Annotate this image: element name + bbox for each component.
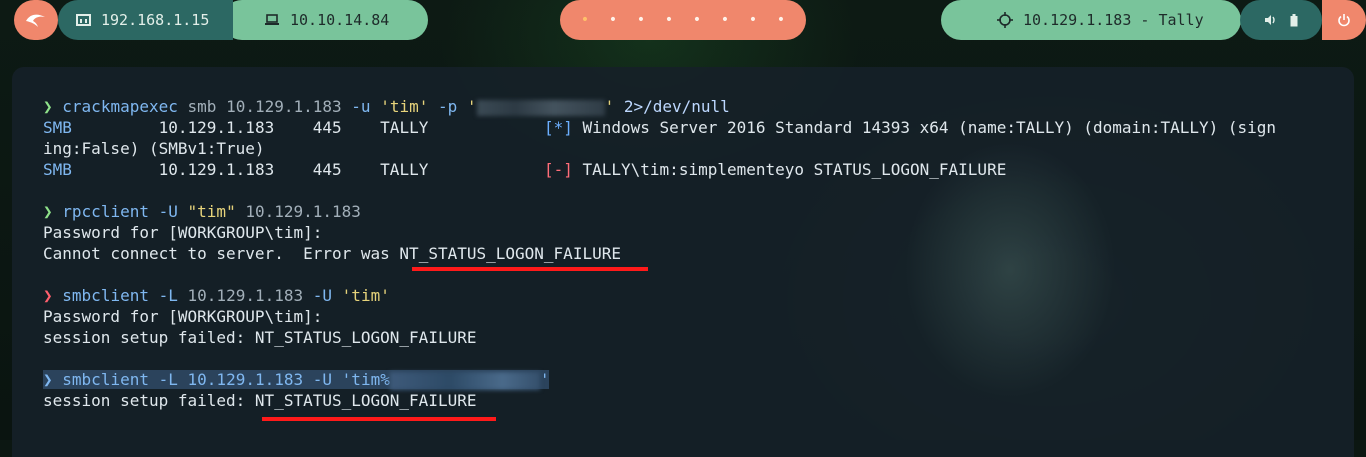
output-line: Cannot connect to server. Error was NT_S… xyxy=(43,244,621,263)
command-line-3: ❯ smbclient -L 10.129.1.183 -U 'tim' xyxy=(43,286,390,305)
red-underline-1 xyxy=(412,267,648,271)
local-ip-indicator: 192.168.1.15 xyxy=(58,0,233,40)
workspace-switcher[interactable]: • • • • • • • • xyxy=(560,0,806,40)
volume-icon[interactable] xyxy=(1264,14,1276,26)
vpn-ip-indicator: 10.10.14.84 xyxy=(222,0,428,40)
workspace-5[interactable]: • xyxy=(683,12,711,28)
command-line-1: ❯ crackmapexec smb 10.129.1.183 -u 'tim'… xyxy=(43,97,730,116)
selected-command: ❯ smbclient -L 10.129.1.183 -U 'tim% ' xyxy=(43,370,550,390)
ethernet-icon xyxy=(76,13,91,27)
local-ip-text: 192.168.1.15 xyxy=(101,11,210,29)
system-tray xyxy=(1240,0,1322,40)
workspace-4[interactable]: • xyxy=(655,12,683,28)
output-line: session setup failed: NT_STATUS_LOGON_FA… xyxy=(43,328,477,347)
redacted-password xyxy=(389,371,540,390)
output-line: SMB 10.129.1.183 445 TALLY [*] Windows S… xyxy=(43,118,1277,137)
kali-menu-button[interactable] xyxy=(14,0,58,40)
workspace-8[interactable]: • xyxy=(767,12,795,28)
output-line: Password for [WORKGROUP\tim]: xyxy=(43,223,323,242)
command-line-4: ❯ smbclient -L 10.129.1.183 -U 'tim% ' xyxy=(43,369,1276,390)
workspace-6[interactable]: • xyxy=(711,12,739,28)
workspace-1[interactable]: • xyxy=(571,12,599,28)
target-text: 10.129.1.183 - Tally xyxy=(1023,11,1204,29)
prompt-symbol: ❯ xyxy=(43,202,53,221)
command-line-2: ❯ rpcclient -U "tim" 10.129.1.183 xyxy=(43,202,361,221)
redacted-password xyxy=(476,99,605,116)
prompt-symbol-error: ❯ xyxy=(43,286,53,305)
workspace-2[interactable]: • xyxy=(599,12,627,28)
workspace-7[interactable]: • xyxy=(739,12,767,28)
output-line: ing:False) (SMBv1:True) xyxy=(43,139,265,158)
red-underline-2 xyxy=(262,417,496,421)
crosshair-icon xyxy=(997,12,1013,28)
vpn-ip-text: 10.10.14.84 xyxy=(290,11,390,29)
output-line: Password for [WORKGROUP\tim]: xyxy=(43,307,323,326)
laptop-icon xyxy=(264,14,280,26)
battery-icon xyxy=(1290,13,1298,27)
kali-dragon-icon xyxy=(25,12,47,28)
workspace-3[interactable]: • xyxy=(627,12,655,28)
target-indicator: 10.129.1.183 - Tally xyxy=(941,0,1241,40)
status-highlight: NT_STATUS_LOGON_FAILURE xyxy=(399,244,621,263)
output-line: SMB 10.129.1.183 445 TALLY [-] TALLY\tim… xyxy=(43,160,1007,179)
output-line: session setup failed: NT_STATUS_LOGON_FA… xyxy=(43,391,477,410)
power-button[interactable] xyxy=(1322,0,1366,40)
status-highlight: NT_STATUS_LOGON_FAILURE xyxy=(254,391,477,410)
terminal-output: ❯ crackmapexec smb 10.129.1.183 -u 'tim'… xyxy=(43,96,1276,411)
prompt-symbol: ❯ xyxy=(43,97,53,116)
power-icon xyxy=(1337,13,1351,27)
